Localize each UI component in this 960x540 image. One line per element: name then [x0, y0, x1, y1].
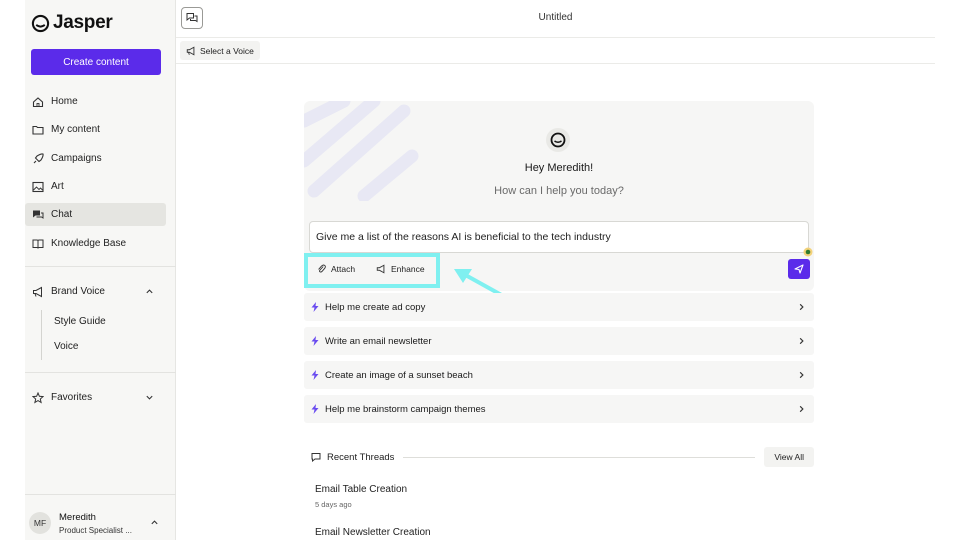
- voice-bar: Select a Voice: [176, 38, 935, 64]
- chevron-up-icon[interactable]: [145, 287, 154, 296]
- recent-threads-divider: [403, 456, 756, 458]
- sidebar-item-label: Home: [51, 96, 78, 107]
- sidebar-item-label: Knowledge Base: [51, 238, 127, 249]
- user-profile[interactable]: MF Meredith Product Specialist ...: [29, 506, 169, 540]
- top-bar: Untitled: [176, 0, 935, 38]
- book-icon: [32, 239, 44, 249]
- highlight-box-annotation: [304, 253, 440, 288]
- chevron-right-icon: [799, 371, 804, 379]
- chevron-up-icon[interactable]: [150, 518, 159, 527]
- main-panel: Untitled Select a Voice Hey Meredith! Ho…: [176, 0, 935, 540]
- sidebar-item-label: My content: [51, 124, 100, 135]
- cursor-icon: [803, 247, 813, 257]
- chat-icon: [33, 210, 44, 219]
- suggestion-item[interactable]: Help me create ad copy: [304, 293, 814, 321]
- sidebar-divider: [25, 494, 176, 495]
- sidebar-item-knowledge-base[interactable]: Knowledge Base: [25, 232, 166, 255]
- sidebar-item-label: Chat: [51, 209, 73, 220]
- lightning-icon: [311, 404, 319, 414]
- image-icon: [32, 181, 44, 192]
- sidebar-item-label: Favorites: [51, 392, 93, 403]
- sidebar-divider: [25, 266, 176, 267]
- lightning-icon: [311, 336, 319, 346]
- select-voice-button[interactable]: Select a Voice: [180, 41, 260, 60]
- greeting-heading: Hey Meredith!: [524, 162, 594, 174]
- suggestion-item[interactable]: Write an email newsletter: [304, 327, 814, 355]
- sidebar-divider: [25, 372, 176, 373]
- chat-bubble-icon: [311, 453, 321, 462]
- sidebar: Jasper Create content Home My content Ca…: [25, 0, 176, 540]
- suggestion-label: Create an image of a sunset beach: [325, 369, 473, 381]
- thread-item-time: 5 days ago: [315, 500, 352, 509]
- chevron-right-icon: [799, 303, 804, 311]
- rocket-icon: [33, 152, 44, 163]
- suggestion-item[interactable]: Help me brainstorm campaign themes: [304, 395, 814, 423]
- home-icon: [32, 96, 44, 107]
- select-voice-label: Select a Voice: [200, 45, 254, 56]
- jasper-logo[interactable]: Jasper: [31, 12, 113, 34]
- sidebar-item-favorites[interactable]: Favorites: [25, 386, 166, 409]
- user-role: Product Specialist ...: [59, 525, 132, 535]
- view-all-button[interactable]: View All: [764, 447, 814, 467]
- create-content-button[interactable]: Create content: [31, 49, 161, 75]
- chevron-right-icon: [799, 405, 804, 413]
- send-button[interactable]: [788, 259, 810, 279]
- sidebar-item-my-content[interactable]: My content: [25, 118, 166, 141]
- lightning-icon: [311, 370, 319, 380]
- chat-prompt-input[interactable]: [309, 221, 809, 253]
- sidebar-item-label: Art: [51, 181, 64, 192]
- app-name: Jasper: [53, 12, 113, 33]
- thread-item-title[interactable]: Email Newsletter Creation: [315, 527, 431, 538]
- jasper-logo-icon: [31, 14, 50, 32]
- sidebar-item-brand-voice[interactable]: Brand Voice: [25, 280, 166, 303]
- suggestion-label: Help me create ad copy: [325, 301, 426, 313]
- sidebar-item-label: Brand Voice: [51, 286, 105, 297]
- greeting-subtext: How can I help you today?: [494, 185, 624, 197]
- sidebar-item-art[interactable]: Art: [25, 175, 166, 198]
- recent-threads-text: Recent Threads: [327, 451, 395, 463]
- chevron-down-icon[interactable]: [145, 393, 154, 402]
- star-icon: [32, 391, 44, 404]
- thread-item-title[interactable]: Email Table Creation: [315, 484, 407, 495]
- page-title: Untitled: [538, 12, 573, 23]
- user-info: Meredith Product Specialist ...: [59, 512, 132, 535]
- avatar: MF: [29, 512, 51, 534]
- sidebar-item-campaigns[interactable]: Campaigns: [25, 147, 166, 170]
- sidebar-item-label: Campaigns: [51, 153, 102, 164]
- user-name: Meredith: [59, 511, 96, 523]
- suggestion-item[interactable]: Create an image of a sunset beach: [304, 361, 814, 389]
- sidebar-item-home[interactable]: Home: [25, 90, 166, 113]
- megaphone-icon: [186, 45, 195, 56]
- jasper-bot-icon: [546, 128, 570, 152]
- recent-threads-header: Recent Threads View All: [304, 446, 814, 468]
- suggestion-label: Write an email newsletter: [325, 335, 432, 347]
- send-icon: [794, 264, 804, 274]
- sidebar-item-style-guide[interactable]: Style Guide: [54, 316, 106, 327]
- sidebar-item-voice[interactable]: Voice: [54, 341, 78, 352]
- sidebar-item-chat[interactable]: Chat: [25, 203, 166, 226]
- brand-voice-submenu: Style Guide Voice: [41, 310, 161, 360]
- suggestion-label: Help me brainstorm campaign themes: [325, 403, 486, 415]
- lightning-icon: [311, 302, 319, 312]
- folder-icon: [32, 125, 44, 135]
- recent-threads-label: Recent Threads: [304, 452, 394, 463]
- chevron-right-icon: [799, 337, 804, 345]
- megaphone-icon: [33, 286, 42, 297]
